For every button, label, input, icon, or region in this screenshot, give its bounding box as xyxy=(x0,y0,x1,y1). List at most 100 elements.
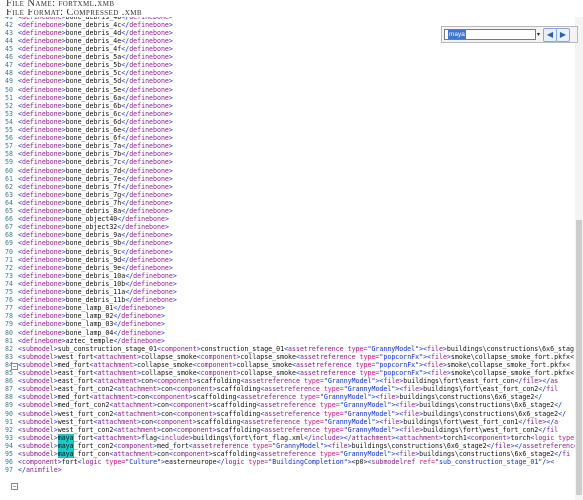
code-line: 81 <definebone>aztec_temple</definebone> xyxy=(0,337,583,345)
code-token: component xyxy=(21,458,58,467)
code-token: easterneurope xyxy=(165,458,217,467)
code-token: med_fort xyxy=(57,360,90,369)
code-token: assetreference xyxy=(288,344,344,353)
code-token: type= xyxy=(303,417,324,426)
code-text: <submodel>med_fort<attachment>con<compon… xyxy=(18,393,542,401)
code-token: component xyxy=(160,344,197,353)
code-token: definebone xyxy=(21,77,62,86)
code-token: definebone xyxy=(129,182,169,191)
code-token: </ xyxy=(121,150,130,159)
code-token: "GrannyModel" xyxy=(319,393,372,402)
fold-toggle-icon[interactable]: − xyxy=(11,483,18,490)
code-token: </ xyxy=(121,109,130,118)
code-token: "GrannyModel" xyxy=(339,401,392,410)
code-token: "popcornFx" xyxy=(379,352,424,361)
code-token: definebone xyxy=(21,263,62,272)
code-token: west_fort_con2 xyxy=(57,409,114,418)
code-token: </ xyxy=(121,117,130,126)
code-token: definebone xyxy=(21,85,62,94)
code-token: component xyxy=(470,433,507,442)
code-text: <definebone>bone_debris_6e</definebone> xyxy=(18,126,173,134)
code-text: <definebone>bone_lamp_03</definebone> xyxy=(18,320,165,328)
vertical-scrollbar[interactable] xyxy=(575,17,583,500)
code-token: bone_debris_8a xyxy=(65,207,122,215)
code-token: definebone xyxy=(133,288,173,296)
code-token: </ xyxy=(303,433,312,442)
code-text: <definebone>bone_debris_7f</definebone> xyxy=(18,183,173,191)
code-text: <component>fort<logic type="Culture">eas… xyxy=(18,458,554,466)
code-token: definebone xyxy=(21,312,62,321)
chevron-down-icon[interactable]: ▾ xyxy=(534,29,543,40)
code-token: assetreference xyxy=(296,360,352,369)
code-text: <definebone>aztec_temple</definebone> xyxy=(18,337,165,345)
code-line: 71 <definebone>bone_debris_9d</definebone… xyxy=(0,256,583,264)
code-line: 46 <definebone>bone_debris_5a</definebone… xyxy=(0,53,583,61)
code-token: </ xyxy=(486,441,495,450)
code-token: buildings\fort\west_fort_con1 xyxy=(403,417,519,426)
code-token: </ xyxy=(121,93,130,102)
code-token: </ xyxy=(554,401,563,410)
code-token: definebone xyxy=(133,296,173,305)
code-token: con xyxy=(160,385,173,394)
line-number: 68 xyxy=(5,231,13,240)
code-token: definebone xyxy=(21,174,62,183)
line-number: 61 xyxy=(5,174,13,183)
code-line: 73 <definebone>bone_debris_10a</definebon… xyxy=(0,272,583,280)
code-token: bone_debris_10a xyxy=(65,271,126,280)
code-token: scaffolding xyxy=(216,385,261,394)
find-input[interactable]: maya xyxy=(444,29,536,40)
code-text: <definebone>bone_debris_5e</definebone> xyxy=(18,86,173,94)
line-number: 47 xyxy=(5,61,13,70)
code-token: assetreference xyxy=(264,425,320,434)
code-line: 94 <submodel>maya_fort_con2<component>med… xyxy=(0,441,583,450)
code-token: "GrannyModel" xyxy=(367,344,420,353)
code-token: ></ xyxy=(339,433,352,442)
code-token: con xyxy=(157,401,169,410)
code-token: bone_debris_6f xyxy=(65,134,122,143)
code-token: submodel xyxy=(21,409,54,418)
line-number: 56 xyxy=(5,134,13,143)
code-token: definebone xyxy=(129,45,169,53)
code-token: con xyxy=(141,417,154,426)
code-token: bone_debris_9c xyxy=(65,247,122,256)
code-line: 57 <definebone>bone_debris_7a</definebone… xyxy=(0,142,583,150)
code-text: <definebone>bone_debris_11a</definebone> xyxy=(18,288,177,296)
scrollbar-thumb[interactable] xyxy=(576,220,582,495)
code-token: smoke\collapse_smoke_fort.pkfx< xyxy=(450,369,574,377)
code-line: 75 <definebone>bone_debris_11a</definebon… xyxy=(0,288,583,296)
code-token: ref= xyxy=(419,458,436,467)
line-number: 57 xyxy=(5,142,13,151)
code-token: bone_debris_5c xyxy=(65,69,122,78)
code-editor[interactable]: 41<definebone>bone_debris_4b</definebone… xyxy=(0,17,583,500)
code-token: attachment xyxy=(113,450,154,458)
code-token: buildings\constructions\6x6_stage2 xyxy=(423,409,559,418)
code-line: 88 <submodel>med_fort<attachment>con<comp… xyxy=(0,393,583,401)
code-token: definebone xyxy=(21,158,62,167)
code-token: </ xyxy=(121,247,130,256)
fold-toggle-icon[interactable]: − xyxy=(11,363,18,370)
code-token: torch xyxy=(510,433,531,442)
code-token: > xyxy=(57,466,62,475)
code-token: </ xyxy=(121,77,130,86)
code-token: definebone xyxy=(21,328,62,337)
code-token: definebone xyxy=(121,336,161,345)
code-token: definebone xyxy=(129,158,169,167)
code-token: definebone xyxy=(121,312,161,321)
code-token: file xyxy=(379,393,396,402)
code-token: </ xyxy=(121,134,130,143)
code-token: bone_debris_7f xyxy=(65,182,122,191)
code-token: definebone xyxy=(21,320,62,329)
code-text: <submodel>west_fort<attachment>collapse_… xyxy=(18,353,574,361)
code-token: </ xyxy=(121,101,130,110)
code-token: component xyxy=(176,409,213,418)
code-token: bone_debris_6b xyxy=(65,101,122,110)
code-token: submodel xyxy=(21,441,54,450)
code-line: 58 <definebone>bone_debris_7b</definebone… xyxy=(0,150,583,158)
line-number: 81 xyxy=(5,336,13,345)
line-number: 58 xyxy=(5,150,13,159)
code-token: con xyxy=(157,450,169,458)
arrow-left-icon[interactable]: ◀ xyxy=(543,28,557,42)
code-token: > xyxy=(168,158,173,167)
code-token: assetreference xyxy=(299,352,356,361)
arrow-right-icon[interactable]: ▶ xyxy=(556,28,570,42)
